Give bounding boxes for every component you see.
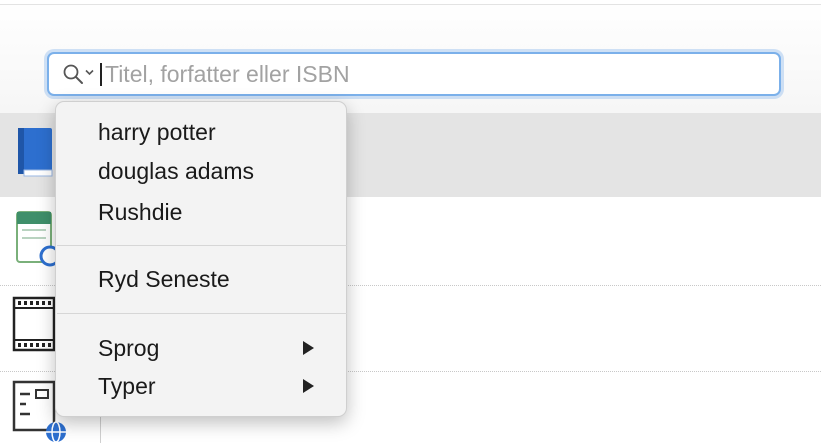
menu-separator (57, 313, 347, 314)
film-icon (12, 296, 56, 352)
toolbar-divider (0, 4, 821, 5)
book-icon (18, 128, 53, 177)
submenu-item-sprog[interactable]: Sprog (98, 334, 159, 362)
app-window: harry potter douglas adams Rushdie Ryd S… (0, 0, 821, 443)
text-caret (100, 63, 102, 86)
menu-separator (57, 245, 347, 246)
recent-search-item[interactable]: Rushdie (98, 198, 182, 226)
search-icon[interactable] (62, 63, 84, 85)
recent-search-item[interactable]: douglas adams (98, 157, 254, 185)
calendar-icon (16, 211, 58, 267)
submenu-arrow-icon (303, 341, 314, 355)
chevron-down-icon[interactable] (85, 69, 94, 76)
clear-recent-item[interactable]: Ryd Seneste (98, 265, 230, 293)
recent-search-item[interactable]: harry potter (98, 118, 216, 146)
submenu-arrow-icon (303, 379, 314, 393)
submenu-item-typer[interactable]: Typer (98, 372, 156, 400)
search-input[interactable] (105, 54, 765, 94)
search-field[interactable] (47, 52, 781, 96)
search-menu: harry potter douglas adams Rushdie Ryd S… (55, 101, 347, 417)
